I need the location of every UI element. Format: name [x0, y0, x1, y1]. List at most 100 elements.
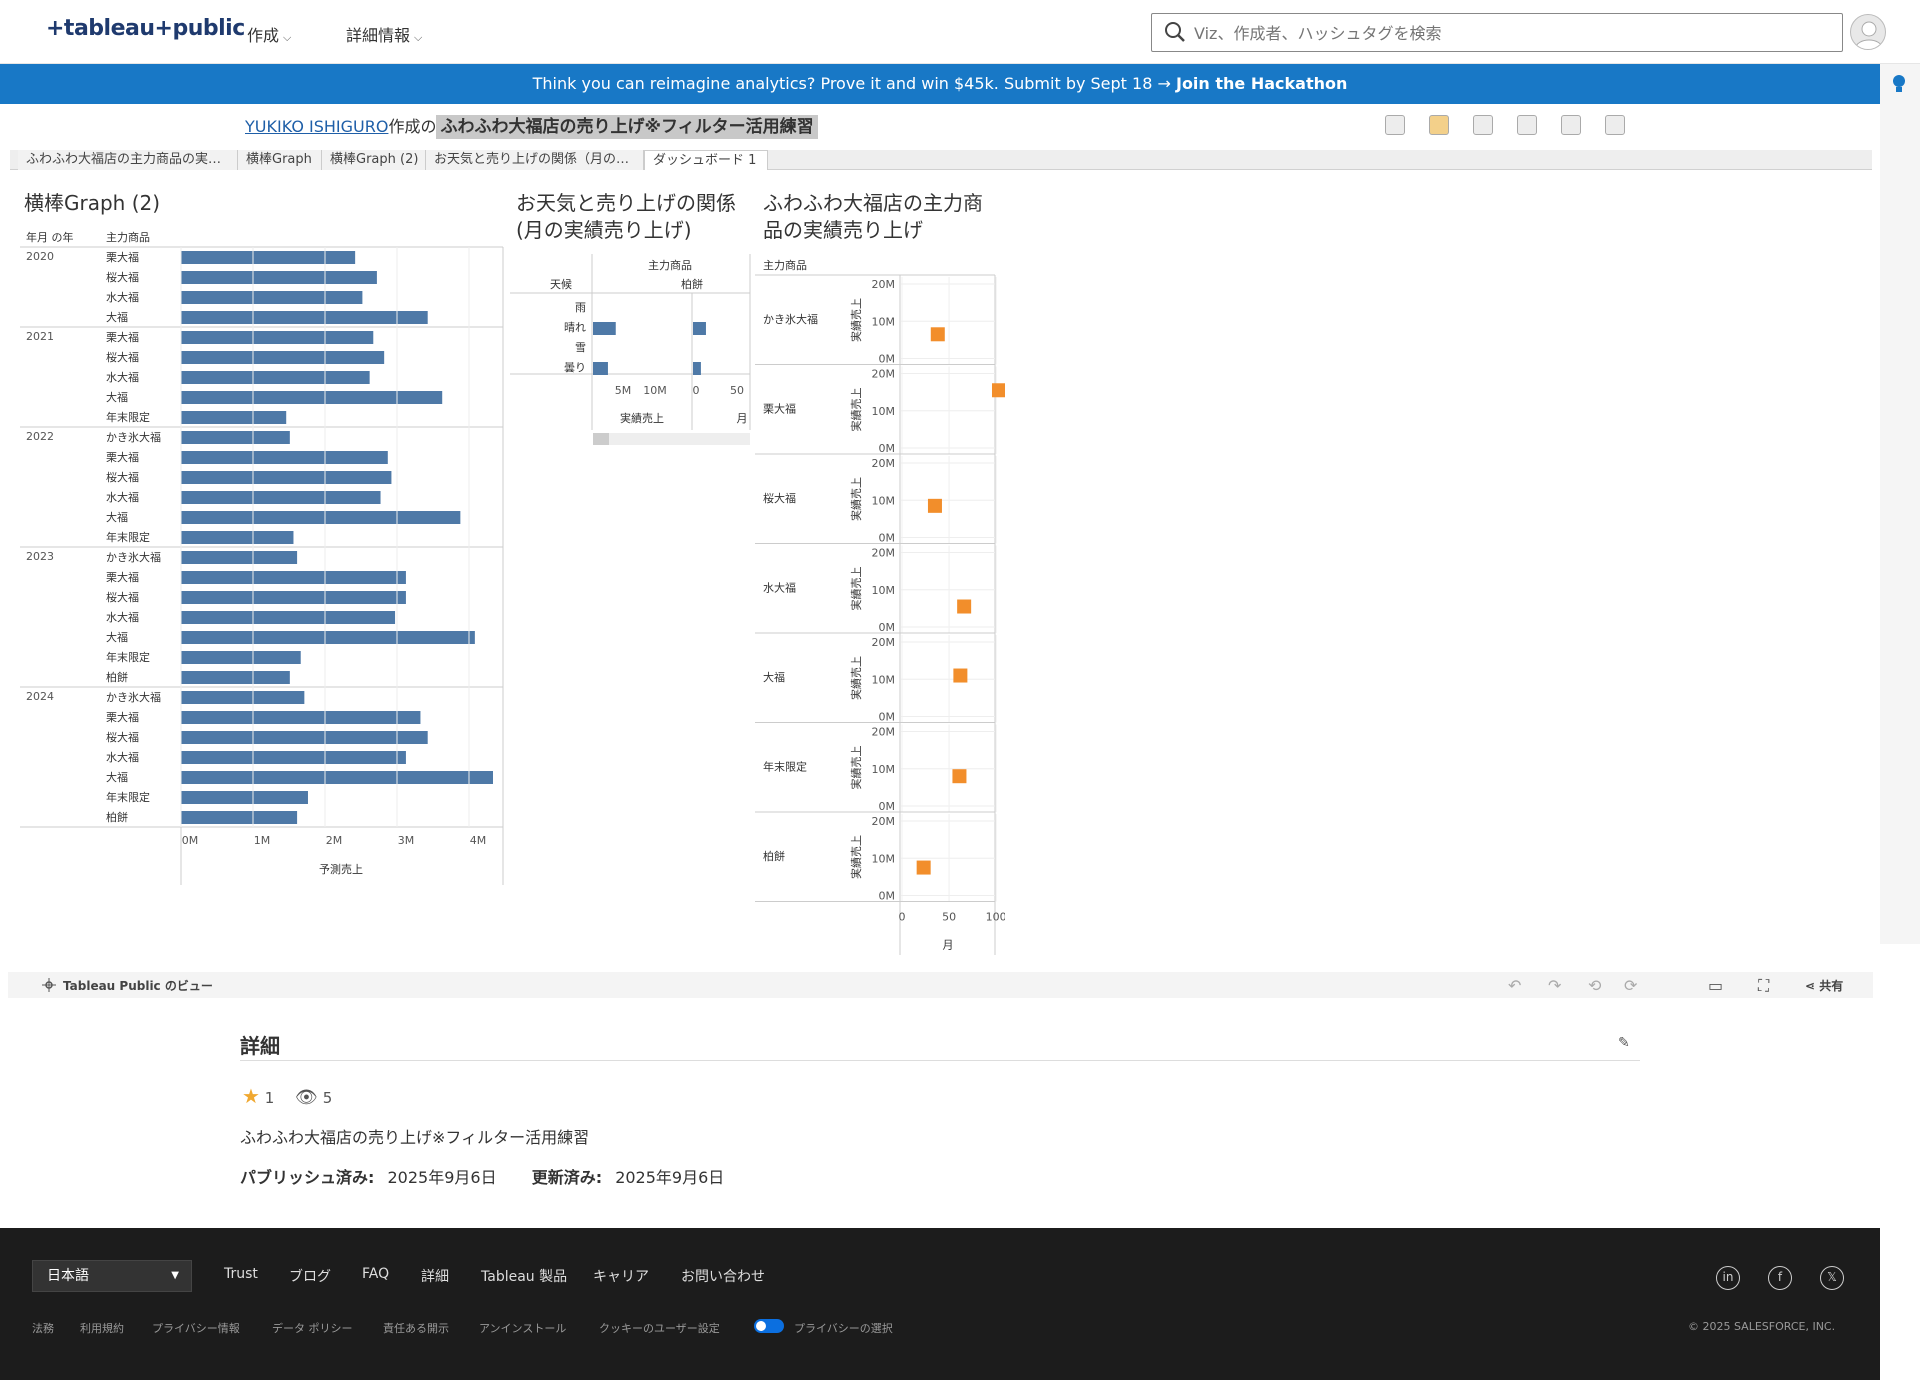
footer-link-careers[interactable]: キャリア [593, 1266, 649, 1286]
metrics-icon[interactable] [1561, 115, 1581, 135]
y-tick-label: 0M [879, 890, 896, 903]
x-tick-label: 1M [254, 834, 271, 847]
header-col: 柏餅 [681, 277, 703, 291]
settings-icon[interactable] [1605, 115, 1625, 135]
viz-name: ふわふわ大福店の売り上げ※フィルター活用練習 [436, 115, 818, 139]
product-label: 年末限定 [763, 760, 807, 774]
footer-link-contact[interactable]: お問い合わせ [681, 1266, 765, 1286]
nav-learn[interactable]: 詳細情報 ⌵ [346, 22, 422, 46]
footer-sublink-legal[interactable]: 法務 [32, 1320, 54, 1336]
footer-sublink-privacy-choices[interactable]: プライバシーの選択 [794, 1320, 893, 1336]
x-tick-label: 50 [942, 911, 956, 924]
footer-link-faq[interactable]: FAQ [362, 1266, 389, 1282]
product-label: 年末限定 [106, 530, 150, 544]
nav-create[interactable]: 作成 ⌵ [247, 22, 291, 46]
bar [181, 291, 363, 304]
product-label: 栗大福 [106, 450, 139, 464]
y-tick-label: 10M [872, 673, 896, 686]
redo-icon[interactable]: ↷ [1548, 976, 1561, 995]
footer-link-about[interactable]: 詳細 [421, 1266, 449, 1286]
x-twitter-icon[interactable]: 𝕏 [1820, 1266, 1844, 1290]
tableau-public-logo[interactable]: +tableau+public [46, 16, 245, 41]
y-tick-label: 0M [879, 800, 896, 813]
x-tick-label: 3M [398, 834, 415, 847]
details-heading: 詳細 [240, 1034, 280, 1058]
tableau-public-view-label[interactable]: Tableau Public のビュー [63, 977, 213, 994]
footer-sublink-terms[interactable]: 利用規約 [80, 1320, 124, 1336]
y-tick-label: 0M [879, 711, 896, 724]
bar [181, 591, 406, 604]
search-box[interactable] [1151, 13, 1843, 52]
footer-sublink-data-policy[interactable]: データ ポリシー [272, 1320, 353, 1336]
product-label: かき氷大福 [763, 312, 818, 326]
lightbulb-icon[interactable] [1892, 74, 1906, 96]
data-point [991, 383, 1005, 398]
banner-link[interactable]: Join the Hackathon [1176, 74, 1347, 93]
year-label: 2022 [26, 430, 54, 443]
x-tick-label: 0 [899, 911, 906, 924]
linkedin-icon[interactable]: in [1716, 1266, 1740, 1290]
bar [181, 691, 305, 704]
product-label: 桜大福 [106, 590, 139, 604]
share-label: 共有 [1819, 979, 1844, 993]
x-tick-label: 4M [470, 834, 487, 847]
customize-icon[interactable] [1385, 115, 1405, 135]
revert-icon[interactable]: ⟲ [1588, 976, 1601, 995]
avatar[interactable] [1850, 14, 1886, 50]
tick-label: 0 [693, 384, 700, 397]
device-preview-icon[interactable]: ▭ [1708, 976, 1723, 995]
banner-text: Think you can reimagine analytics? Prove… [532, 74, 1171, 93]
product-label: 水大福 [106, 490, 139, 504]
download-icon[interactable] [1517, 115, 1537, 135]
footer-sublink-cookies[interactable]: クッキーのユーザー設定 [599, 1320, 720, 1336]
tab-sheet-1[interactable]: ふわふわ大福店の主力商品の実… [18, 150, 238, 170]
refresh-icon[interactable]: ⟳ [1624, 976, 1637, 995]
footer-sublink-disclosure[interactable]: 責任ある開示 [383, 1320, 449, 1336]
tab-sheet-4[interactable]: お天気と売り上げの関係（月の… [426, 150, 644, 170]
product-label: 柏餅 [763, 849, 785, 863]
facebook-icon[interactable]: f [1768, 1266, 1792, 1290]
chevron-down-icon: ⌵ [283, 31, 292, 44]
bar [181, 791, 308, 804]
footer-sublink-uninstall[interactable]: アンインストール [479, 1320, 566, 1336]
hackathon-banner[interactable]: Think you can reimagine analytics? Prove… [0, 64, 1880, 104]
share-icon[interactable] [1473, 115, 1493, 135]
footer-sublink-privacy[interactable]: プライバシー情報 [152, 1320, 240, 1336]
updated-date: 2025年9月6日 [615, 1168, 725, 1187]
product-label: 栗大福 [106, 570, 139, 584]
product-label: 桜大福 [106, 730, 139, 744]
weather-label: 曇り [564, 361, 586, 374]
axis-label-sales: 実績売上 [620, 411, 664, 425]
tab-dashboard[interactable]: ダッシュボード 1 [644, 150, 768, 170]
footer-link-blog[interactable]: ブログ [289, 1266, 331, 1286]
bar [181, 651, 301, 664]
y-tick-label: 10M [872, 315, 896, 328]
sheet-tabs: ふわふわ大福店の主力商品の実… 横棒Graph 横棒Graph (2) お天気と… [10, 150, 1872, 170]
star-icon[interactable]: ★ [242, 1084, 260, 1108]
language-value: 日本語 [47, 1268, 89, 1284]
footer-link-trust[interactable]: Trust [224, 1266, 258, 1282]
footer-link-products[interactable]: Tableau 製品 [481, 1266, 567, 1286]
tab-sheet-2[interactable]: 横棒Graph [238, 150, 322, 170]
year-label: 2024 [26, 690, 54, 703]
fullscreen-icon[interactable]: ⛶ [1758, 976, 1769, 996]
tab-sheet-3[interactable]: 横棒Graph (2) [322, 150, 426, 170]
data-point [930, 327, 945, 342]
viz-title: YUKIKO ISHIGURO作成の ふわふわ大福店の売り上げ※フィルター活用練習 [245, 112, 818, 139]
edit-icon[interactable]: ✎ [1618, 1035, 1630, 1051]
favorite-icon[interactable] [1429, 115, 1449, 135]
share-button[interactable]: ⋖ 共有 [1805, 977, 1843, 994]
product-label: 大福 [106, 390, 128, 404]
author-link[interactable]: YUKIKO ISHIGURO [245, 117, 388, 136]
bar [181, 411, 287, 424]
y-tick-label: 0M [879, 353, 896, 366]
product-label: 大福 [106, 770, 128, 784]
x-tick-label: 2M [326, 834, 343, 847]
x-tick-label: 0M [182, 834, 199, 847]
privacy-toggle[interactable] [754, 1319, 784, 1333]
undo-icon[interactable]: ↶ [1508, 976, 1521, 995]
language-select[interactable]: 日本語 ▼ [32, 1260, 192, 1292]
search-input[interactable] [1194, 20, 1814, 46]
product-label: 桜大福 [106, 470, 139, 484]
axis-label-month: 月 [737, 412, 748, 425]
